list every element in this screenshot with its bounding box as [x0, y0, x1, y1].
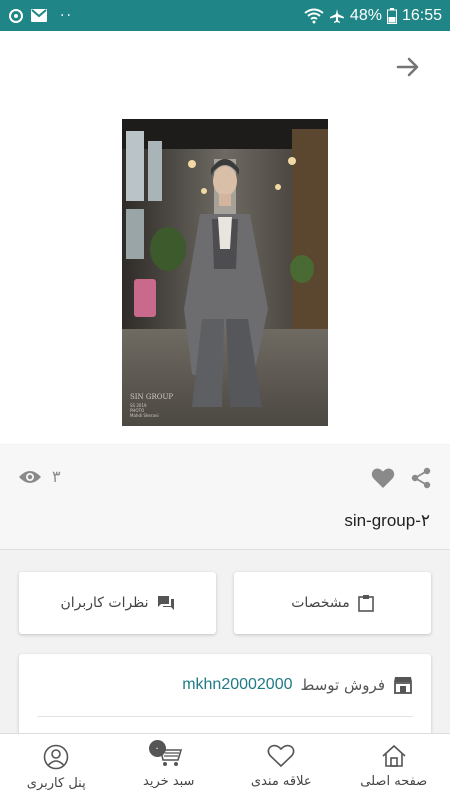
status-right: 48% 16:55 [304, 7, 442, 25]
cart-badge: ۰ [148, 740, 166, 757]
image-watermark: SIN GROUP [130, 393, 173, 401]
image-caption-line-3: Mahdi Sherani [130, 413, 159, 418]
favorite-heart-icon[interactable] [371, 467, 395, 489]
product-image[interactable]: SIN GROUP SS 2019 PHOTO Mahdi Sherani [122, 119, 328, 426]
nav-favorites-label: علاقه مندی [250, 774, 312, 789]
product-title: sin-group-۲ [344, 511, 430, 530]
nav-cart[interactable]: ۰ سبد خرید [113, 734, 226, 800]
view-count-value: ۳ [52, 467, 61, 486]
notification-dots: ·· [60, 7, 73, 24]
product-info: ۳ sin-group-۲ [0, 445, 450, 550]
store-icon [394, 677, 412, 694]
clipboard-icon [358, 595, 374, 612]
tab-specs-label: مشخصات [291, 595, 350, 611]
wifi-icon [304, 8, 324, 24]
heart-outline-icon [267, 744, 295, 768]
seller-card: فروش توسط mkhn20002000 [19, 654, 431, 744]
nav-favorites[interactable]: علاقه مندی [225, 734, 338, 800]
status-left: ·· [8, 8, 73, 24]
nav-cart-label: سبد خرید [143, 774, 195, 789]
battery-icon [386, 7, 397, 24]
tab-reviews-label: نظرات کاربران [60, 595, 149, 611]
seller-name-link[interactable]: mkhn20002000 [182, 676, 292, 694]
seller-row: فروش توسط mkhn20002000 [182, 676, 413, 694]
divider [37, 716, 413, 717]
back-arrow-icon[interactable] [394, 53, 422, 81]
user-icon [43, 744, 69, 770]
gmail-icon [30, 8, 48, 23]
product-header: SIN GROUP SS 2019 PHOTO Mahdi Sherani [0, 31, 450, 444]
airplane-icon [329, 8, 345, 24]
nav-home-label: صفحه اصلی [360, 774, 428, 789]
data-saver-icon [8, 8, 24, 24]
tab-specs[interactable]: مشخصات [234, 572, 431, 634]
seller-label: فروش توسط [300, 676, 386, 694]
clock: 16:55 [401, 6, 442, 24]
tab-reviews[interactable]: نظرات کاربران [19, 572, 216, 634]
comments-icon [157, 596, 174, 610]
status-bar: ·· 48% 16:55 [0, 0, 450, 31]
battery-percent: 48% [349, 6, 382, 24]
nav-profile-label: پنل کاربری [26, 776, 86, 791]
home-icon [382, 744, 406, 767]
share-icon[interactable] [410, 467, 432, 489]
view-count: ۳ [18, 467, 61, 486]
nav-profile[interactable]: پنل کاربری [0, 734, 113, 800]
eye-icon [19, 470, 41, 483]
bottom-nav: صفحه اصلی علاقه مندی ۰ سبد خرید پنل کارب… [0, 733, 450, 800]
nav-home[interactable]: صفحه اصلی [338, 734, 450, 800]
